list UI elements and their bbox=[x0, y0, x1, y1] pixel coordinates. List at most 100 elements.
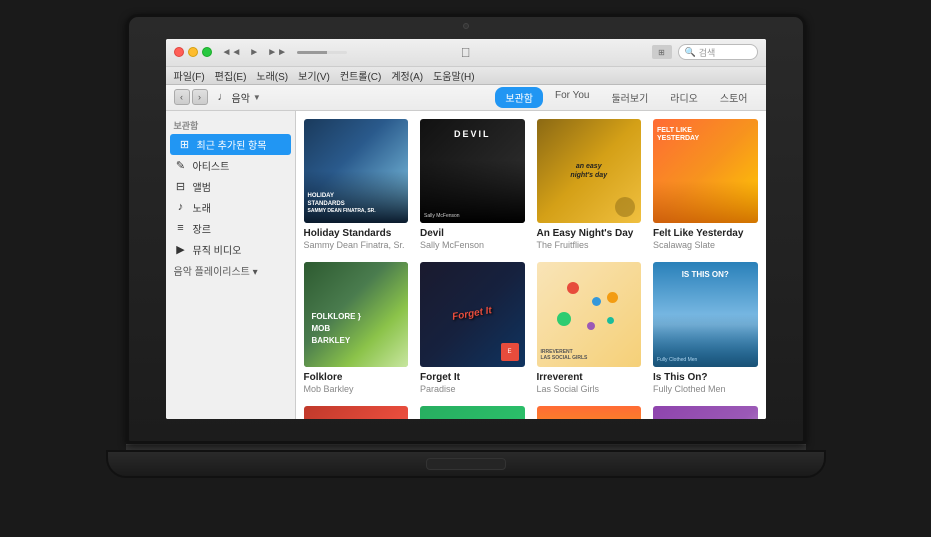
tab-radio[interactable]: 라디오 bbox=[660, 87, 708, 108]
album-art-sunset: SUNSET BLUES bbox=[537, 406, 642, 419]
nav-arrows: ‹ › bbox=[174, 89, 208, 105]
album-title-forget: Forget It bbox=[420, 371, 525, 384]
section-label: ♩ 음악 ▼ bbox=[218, 90, 261, 105]
forward-button[interactable]: › bbox=[192, 89, 208, 105]
menu-view[interactable]: 보기(V) bbox=[298, 68, 330, 83]
album-artist-folklore: Mob Barkley bbox=[304, 384, 409, 394]
search-placeholder: 검색 bbox=[699, 46, 716, 59]
sidebar-item-recently-added[interactable]: ⊞ 최근 추가된 항목 bbox=[170, 134, 291, 155]
album-artist-devil: Sally McFenson bbox=[420, 240, 525, 250]
recently-added-icon: ⊞ bbox=[178, 138, 192, 151]
dropdown-arrow[interactable]: ▼ bbox=[253, 93, 261, 102]
close-button[interactable] bbox=[174, 47, 184, 57]
album-art-bottom1 bbox=[304, 406, 409, 419]
menu-song[interactable]: 노래(S) bbox=[256, 68, 288, 83]
section-name: 음악 bbox=[232, 90, 250, 105]
sidebar-item-songs[interactable]: ♪ 노래 bbox=[166, 197, 295, 218]
title-bar: ◄◄ ► ►►  ⊞ 🔍 검색 bbox=[166, 39, 766, 67]
album-art-felt: FELT LIKEYESTERDAY bbox=[653, 119, 758, 224]
album-art-easy: an easynight's day bbox=[537, 119, 642, 224]
genres-icon: ≡ bbox=[174, 222, 188, 234]
music-video-icon: ▶ bbox=[174, 243, 188, 256]
album-title-irreverent: Irreverent bbox=[537, 371, 642, 384]
menu-controls[interactable]: 컨트롤(C) bbox=[340, 68, 381, 83]
grid-view-button[interactable]: ⊞ bbox=[652, 45, 672, 59]
window-controls bbox=[174, 47, 212, 57]
prev-button[interactable]: ◄◄ bbox=[220, 45, 244, 60]
laptop-lid: ◄◄ ► ►►  ⊞ 🔍 검색 bbox=[126, 14, 806, 444]
tab-foryou[interactable]: For You bbox=[545, 87, 599, 108]
artists-label: 아티스트 bbox=[193, 158, 230, 173]
laptop-camera bbox=[463, 23, 469, 29]
laptop-screen: ◄◄ ► ►►  ⊞ 🔍 검색 bbox=[166, 39, 766, 419]
album-title-devil: Devil bbox=[420, 227, 525, 240]
sidebar-item-artists[interactable]: ✎ 아티스트 bbox=[166, 155, 295, 176]
apple-logo:  bbox=[461, 45, 471, 60]
album-grid: HOLIDAYSTANDARDSSAMMY DEAN FINATRA, SR. … bbox=[304, 119, 758, 419]
menu-bar: 파일(F) 편집(E) 노래(S) 보기(V) 컨트롤(C) 계정(A) 도움말… bbox=[166, 67, 766, 85]
album-art-isthis: IS THIS ON? Fully Clothed Men bbox=[653, 262, 758, 367]
album-item-felt[interactable]: FELT LIKEYESTERDAY Felt Like Yesterday S… bbox=[653, 119, 758, 251]
album-item-bottom2[interactable] bbox=[420, 406, 525, 419]
laptop-container: ◄◄ ► ►►  ⊞ 🔍 검색 bbox=[76, 14, 856, 524]
sidebar-item-genres[interactable]: ≡ 장르 bbox=[166, 218, 295, 239]
album-item-sunset[interactable]: SUNSET BLUES bbox=[537, 406, 642, 419]
album-item-folklore[interactable]: FOLKLORE }MOBBARKLEY Folklore Mob Barkle… bbox=[304, 262, 409, 394]
minimize-button[interactable] bbox=[188, 47, 198, 57]
next-button[interactable]: ►► bbox=[265, 45, 289, 60]
album-title-felt: Felt Like Yesterday bbox=[653, 227, 758, 240]
music-video-label: 뮤직 비디오 bbox=[193, 242, 242, 257]
tab-area: 보관함 For You 둘러보기 라디오 스토어 bbox=[495, 87, 757, 108]
transport-controls: ◄◄ ► ►► bbox=[220, 45, 352, 60]
songs-label: 노래 bbox=[193, 200, 211, 215]
nav-bar: ‹ › ♩ 음악 ▼ 보관함 For You 둘러보기 라디오 스토어 bbox=[166, 85, 766, 111]
tab-library[interactable]: 보관함 bbox=[495, 87, 543, 108]
artists-icon: ✎ bbox=[174, 159, 188, 172]
album-title-isthis: Is This On? bbox=[653, 371, 758, 384]
tab-store[interactable]: 스토어 bbox=[710, 87, 758, 108]
volume-slider[interactable] bbox=[297, 51, 347, 54]
content-area[interactable]: HOLIDAYSTANDARDSSAMMY DEAN FINATRA, SR. … bbox=[296, 111, 766, 419]
trackpad[interactable] bbox=[426, 458, 506, 470]
maximize-button[interactable] bbox=[202, 47, 212, 57]
album-item-forget[interactable]: Forget It E Forget It Paradise bbox=[420, 262, 525, 394]
album-item-devil[interactable]: DEVIL Sally McFenson Devil Sally McFenso… bbox=[420, 119, 525, 251]
album-title-folklore: Folklore bbox=[304, 371, 409, 384]
album-art-holiday: HOLIDAYSTANDARDSSAMMY DEAN FINATRA, SR. bbox=[304, 119, 409, 224]
album-artist-felt: Scalawag Slate bbox=[653, 240, 758, 250]
album-item-irreverent[interactable]: IRREVERENTLAS SOCIAL GIRLS Irreverent La… bbox=[537, 262, 642, 394]
recently-added-label: 최근 추가된 항목 bbox=[197, 137, 267, 152]
album-item-isthis[interactable]: IS THIS ON? Fully Clothed Men Is This On… bbox=[653, 262, 758, 394]
album-item-holiday[interactable]: HOLIDAYSTANDARDSSAMMY DEAN FINATRA, SR. … bbox=[304, 119, 409, 251]
album-item-bottom4[interactable] bbox=[653, 406, 758, 419]
sidebar-section-label: 보관함 bbox=[166, 115, 295, 134]
album-art-devil: DEVIL Sally McFenson bbox=[420, 119, 525, 224]
album-title-holiday: Holiday Standards bbox=[304, 227, 409, 240]
album-art-bottom2 bbox=[420, 406, 525, 419]
menu-file[interactable]: 파일(F) bbox=[174, 68, 205, 83]
album-title-easy: An Easy Night's Day bbox=[537, 227, 642, 240]
search-box[interactable]: 🔍 검색 bbox=[678, 44, 758, 60]
title-right: ⊞ 🔍 검색 bbox=[652, 44, 758, 60]
album-artist-isthis: Fully Clothed Men bbox=[653, 384, 758, 394]
main-content: 보관함 ⊞ 최근 추가된 항목 ✎ 아티스트 ⊟ 앨범 bbox=[166, 111, 766, 419]
sidebar-playlist[interactable]: 음악 플레이리스트 ▾ bbox=[166, 260, 295, 281]
album-artist-forget: Paradise bbox=[420, 384, 525, 394]
album-item-easy[interactable]: an easynight's day An Easy Night's Day T… bbox=[537, 119, 642, 251]
note-icon: ♩ bbox=[218, 91, 229, 103]
menu-edit[interactable]: 편집(E) bbox=[215, 68, 247, 83]
menu-help[interactable]: 도움말(H) bbox=[433, 68, 474, 83]
album-art-folklore: FOLKLORE }MOBBARKLEY bbox=[304, 262, 409, 367]
sidebar-item-albums[interactable]: ⊟ 앨범 bbox=[166, 176, 295, 197]
sidebar: 보관함 ⊞ 최근 추가된 항목 ✎ 아티스트 ⊟ 앨범 bbox=[166, 111, 296, 419]
back-button[interactable]: ‹ bbox=[174, 89, 190, 105]
album-item-bottom1[interactable] bbox=[304, 406, 409, 419]
menu-account[interactable]: 계정(A) bbox=[391, 68, 423, 83]
laptop-base bbox=[106, 450, 826, 478]
sidebar-item-music-video[interactable]: ▶ 뮤직 비디오 bbox=[166, 239, 295, 260]
play-button[interactable]: ► bbox=[247, 45, 261, 60]
tab-browse[interactable]: 둘러보기 bbox=[601, 87, 658, 108]
songs-icon: ♪ bbox=[174, 201, 188, 213]
album-art-irreverent: IRREVERENTLAS SOCIAL GIRLS bbox=[537, 262, 642, 367]
itunes-window: ◄◄ ► ►►  ⊞ 🔍 검색 bbox=[166, 39, 766, 419]
